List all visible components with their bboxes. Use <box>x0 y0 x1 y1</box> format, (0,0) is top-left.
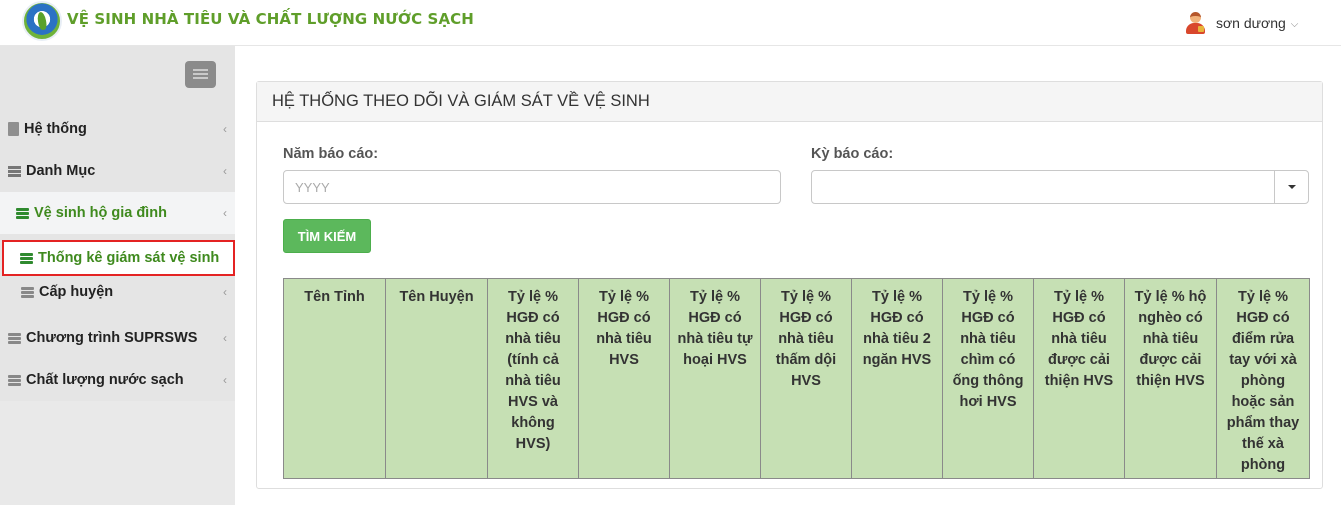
column-header[interactable]: Tỷ lệ % HGĐ có nhà tiêu HVS <box>578 278 670 479</box>
report-table: Tên Tỉnh Tên Huyện Tỷ lệ % HGĐ có nhà ti… <box>283 278 1310 479</box>
chevron-left-icon: ‹ <box>223 285 227 299</box>
column-header[interactable]: Tỷ lệ % hộ nghèo có nhà tiêu được cải th… <box>1124 278 1217 479</box>
sidebar-toggle-button[interactable] <box>185 61 216 88</box>
server-icon <box>16 207 29 220</box>
chevron-down-icon: ⌵ <box>1290 18 1299 30</box>
server-icon <box>8 374 21 387</box>
sidebar-item-label: Vệ sinh hộ gia đình <box>34 205 167 221</box>
sidebar-item-label: Chương trình SUPRSWS <box>26 330 198 346</box>
sidebar-item-label: Thống kê giám sát vệ sinh <box>38 250 220 266</box>
sidebar-item-label: Danh Mục <box>26 163 96 179</box>
chevron-left-icon: ‹ <box>223 122 227 136</box>
table-header-row: Tên Tỉnh Tên Huyện Tỷ lệ % HGĐ có nhà ti… <box>283 278 1310 479</box>
document-icon <box>8 122 19 136</box>
year-input[interactable] <box>283 170 781 204</box>
user-menu[interactable]: sơn dương ⌵ <box>1184 10 1298 36</box>
column-header[interactable]: Tỷ lệ % HGĐ có nhà tiêu thấm dội HVS <box>760 278 852 479</box>
sidebar-item-cap-huyen[interactable]: Cấp huyện ‹ <box>0 279 235 305</box>
column-header[interactable]: Tên Tỉnh <box>283 278 386 479</box>
list-icon <box>8 165 21 178</box>
server-icon <box>8 332 21 345</box>
sidebar-item-danh-muc[interactable]: Danh Mục ‹ <box>0 150 235 192</box>
column-header[interactable]: Tỷ lệ % HGĐ có nhà tiêu chìm có ống thôn… <box>942 278 1034 479</box>
server-icon <box>20 252 33 265</box>
app-title[interactable]: VỆ SINH NHÀ TIÊU VÀ CHẤT LƯỢNG NƯỚC SẠCH <box>67 10 474 28</box>
sidebar-item-ve-sinh-ho-gia-dinh[interactable]: Vệ sinh hộ gia đình ‹ <box>0 192 235 234</box>
top-bar: VỆ SINH NHÀ TIÊU VÀ CHẤT LƯỢNG NƯỚC SẠCH… <box>0 0 1341 46</box>
chevron-left-icon: ‹ <box>223 331 227 345</box>
sidebar-item-chuong-trinh-suprsws[interactable]: Chương trình SUPRSWS ‹ <box>0 317 235 359</box>
page-title: HỆ THỐNG THEO DÕI VÀ GIÁM SÁT VỀ VỆ SINH <box>272 92 650 110</box>
sidebar-footer-area <box>0 401 235 505</box>
period-select[interactable] <box>811 170 1309 204</box>
chevron-left-icon: ‹ <box>223 373 227 387</box>
main-content: HỆ THỐNG THEO DÕI VÀ GIÁM SÁT VỀ VỆ SINH… <box>235 46 1341 505</box>
period-label: Kỳ báo cáo: <box>811 146 894 162</box>
chevron-left-icon: ‹ <box>223 206 227 220</box>
sidebar-item-label: Hệ thống <box>24 121 87 137</box>
column-header[interactable]: Tỷ lệ % HGĐ có nhà tiêu 2 ngăn HVS <box>851 278 943 479</box>
user-name: sơn dương <box>1216 15 1286 31</box>
chevron-left-icon: ‹ <box>223 164 227 178</box>
user-avatar-icon <box>1184 10 1206 36</box>
sidebar-item-chat-luong-nuoc-sach[interactable]: Chất lượng nước sạch ‹ <box>0 359 235 401</box>
app-logo[interactable] <box>22 1 62 41</box>
sidebar: Hệ thống ‹ Danh Mục ‹ Vệ sinh hộ gia đìn… <box>0 46 235 505</box>
column-header[interactable]: Tỷ lệ % HGĐ có nhà tiêu được cải thiện H… <box>1033 278 1125 479</box>
panel-header: HỆ THỐNG THEO DÕI VÀ GIÁM SÁT VỀ VỆ SINH <box>257 82 1322 122</box>
sidebar-item-he-thong[interactable]: Hệ thống ‹ <box>0 108 235 150</box>
column-header[interactable]: Tên Huyện <box>385 278 488 479</box>
column-header[interactable]: Tỷ lệ % HGĐ có nhà tiêu tự hoại HVS <box>669 278 761 479</box>
leaf-icon <box>36 11 48 31</box>
caret-down-icon[interactable] <box>1274 171 1308 203</box>
server-icon <box>21 286 34 299</box>
report-panel: HỆ THỐNG THEO DÕI VÀ GIÁM SÁT VỀ VỆ SINH… <box>256 81 1323 489</box>
sidebar-item-label: Chất lượng nước sạch <box>26 372 184 388</box>
column-header[interactable]: Tỷ lệ % HGĐ có nhà tiêu (tính cả nhà tiê… <box>487 278 579 479</box>
year-label: Năm báo cáo: <box>283 146 379 162</box>
sidebar-item-thong-ke-giam-sat-ve-sinh[interactable]: Thống kê giám sát vệ sinh <box>2 240 235 276</box>
column-header[interactable]: Tỷ lệ % HGĐ có điểm rửa tay với xà phòng… <box>1216 278 1310 479</box>
search-button[interactable]: TÌM KIẾM <box>283 219 371 253</box>
sidebar-item-label: Cấp huyện <box>39 284 114 300</box>
